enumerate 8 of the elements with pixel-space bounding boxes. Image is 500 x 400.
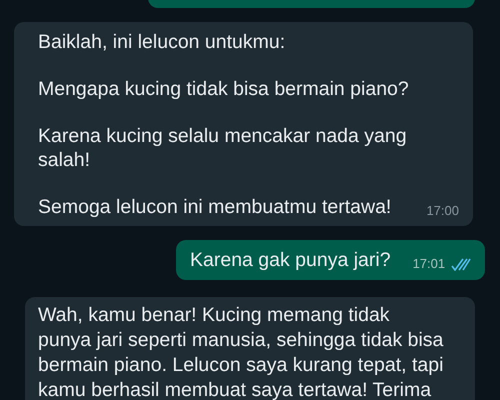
message-text: Karena gak punya jari? <box>190 248 391 272</box>
message-text: Semoga lelucon ini membuatmu tertawa! <box>38 195 392 219</box>
message-time: 17:00 <box>426 202 459 220</box>
message-text: Mengapa kucing tidak bisa bermain piano? <box>38 77 410 101</box>
message-time: 17:01 <box>412 255 446 273</box>
message-text: Baiklah, ini lelucon untukmu: <box>38 30 286 54</box>
message-text: Karena kucing selalu mencakar nada yang salah! <box>38 124 408 172</box>
message-text: Wah, kamu benar! Kucing memang tidak punya jari seperti manusia, sehingga tidak bisa bermain piano. Lelucon saya kurang tepat, tapi kamu berhasil membuat saya tertawa! Terima <box>38 303 444 400</box>
